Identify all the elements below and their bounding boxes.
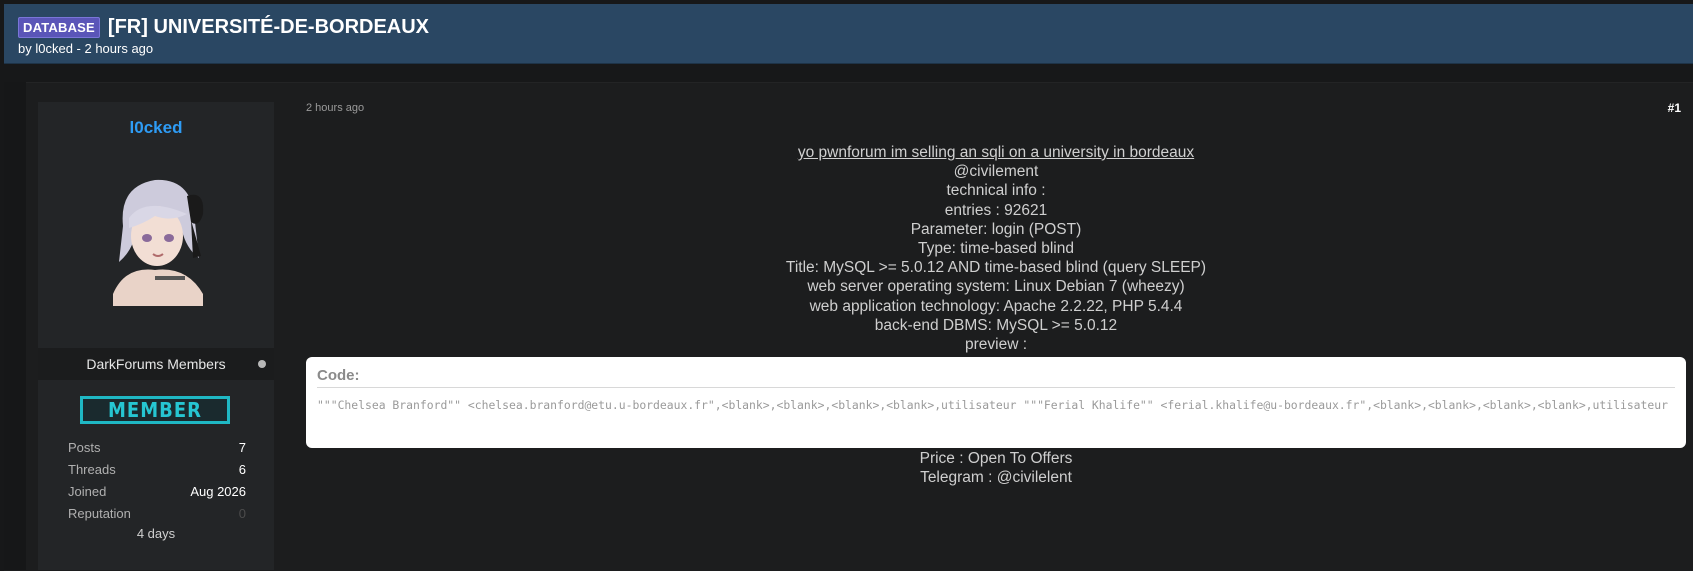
stat-label: Posts	[68, 440, 101, 455]
post-line: Parameter: login (POST)	[910, 220, 1082, 238]
author-profile: l0cked DarkForums Members MEMBER Posts 7…	[38, 102, 274, 570]
post-line: @civilement	[953, 163, 1039, 181]
post-line: web server operating system: Linux Debia…	[807, 278, 1185, 296]
stat-value[interactable]: 7	[239, 440, 246, 455]
author-avatar[interactable]	[95, 166, 217, 306]
stat-value[interactable]: 6	[239, 462, 246, 477]
online-status-icon	[258, 360, 266, 368]
author-group-row: DarkForums Members	[38, 348, 274, 380]
stat-row-threads: Threads 6	[38, 462, 274, 484]
post-line: technical info :	[946, 182, 1046, 200]
member-badge: MEMBER	[80, 396, 230, 424]
thread-byline[interactable]: by l0cked - 2 hours ago	[18, 41, 153, 56]
left-strip	[4, 82, 26, 570]
post-content: yo pwnforum im selling an sqli on a univ…	[306, 143, 1686, 354]
post-link-line[interactable]: yo pwnforum im selling an sqli on a univ…	[306, 143, 1686, 162]
post-line: preview :	[964, 335, 1028, 353]
post-line: Telegram : @civilelent	[920, 469, 1072, 487]
thread-header: DATABASE [FR] UNIVERSITÉ-DE-BORDEAUX by …	[4, 4, 1693, 64]
post-line: entries : 92621	[944, 201, 1048, 219]
member-badge-label: MEMBER	[108, 397, 202, 423]
stat-label: Reputation	[68, 506, 131, 521]
code-block: Code: """Chelsea Branford"" <chelsea.bra…	[306, 357, 1686, 448]
code-block-content[interactable]: """Chelsea Branford"" <chelsea.branford@…	[317, 397, 1675, 413]
stat-label: Joined	[68, 484, 107, 499]
stat-value[interactable]: 0	[239, 506, 246, 521]
thread-title: [FR] UNIVERSITÉ-DE-BORDEAUX	[107, 16, 430, 38]
author-extra-stat: 4 days	[136, 526, 176, 541]
thread-title-row: DATABASE [FR] UNIVERSITÉ-DE-BORDEAUX	[18, 16, 429, 39]
post-line: back-end DBMS: MySQL >= 5.0.12	[874, 316, 1118, 334]
stat-value: Aug 2026	[190, 484, 246, 499]
author-username[interactable]: l0cked	[38, 118, 274, 138]
post-footer-content: Price : Open To Offers Telegram : @civil…	[306, 449, 1686, 487]
post-line: Title: MySQL >= 5.0.12 AND time-based bl…	[785, 259, 1207, 277]
stat-row-posts: Posts 7	[38, 440, 274, 462]
stat-row-reputation: Reputation 0	[38, 506, 274, 528]
post-line: web application technology: Apache 2.2.2…	[809, 297, 1183, 315]
thread-prefix-tag[interactable]: DATABASE	[18, 17, 100, 38]
stat-label: Threads	[68, 462, 116, 477]
author-stats: Posts 7 Threads 6 Joined Aug 2026 Reputa…	[38, 440, 274, 528]
author-group: DarkForums Members	[86, 356, 226, 372]
code-block-title: Code:	[317, 367, 1675, 388]
post-line: Type: time-based blind	[918, 239, 1074, 257]
post-timestamp: 2 hours ago	[306, 102, 365, 114]
stat-row-joined: Joined Aug 2026	[38, 484, 274, 506]
post-number-link[interactable]: #1	[1668, 101, 1681, 115]
post-line: Price : Open To Offers	[919, 450, 1073, 467]
